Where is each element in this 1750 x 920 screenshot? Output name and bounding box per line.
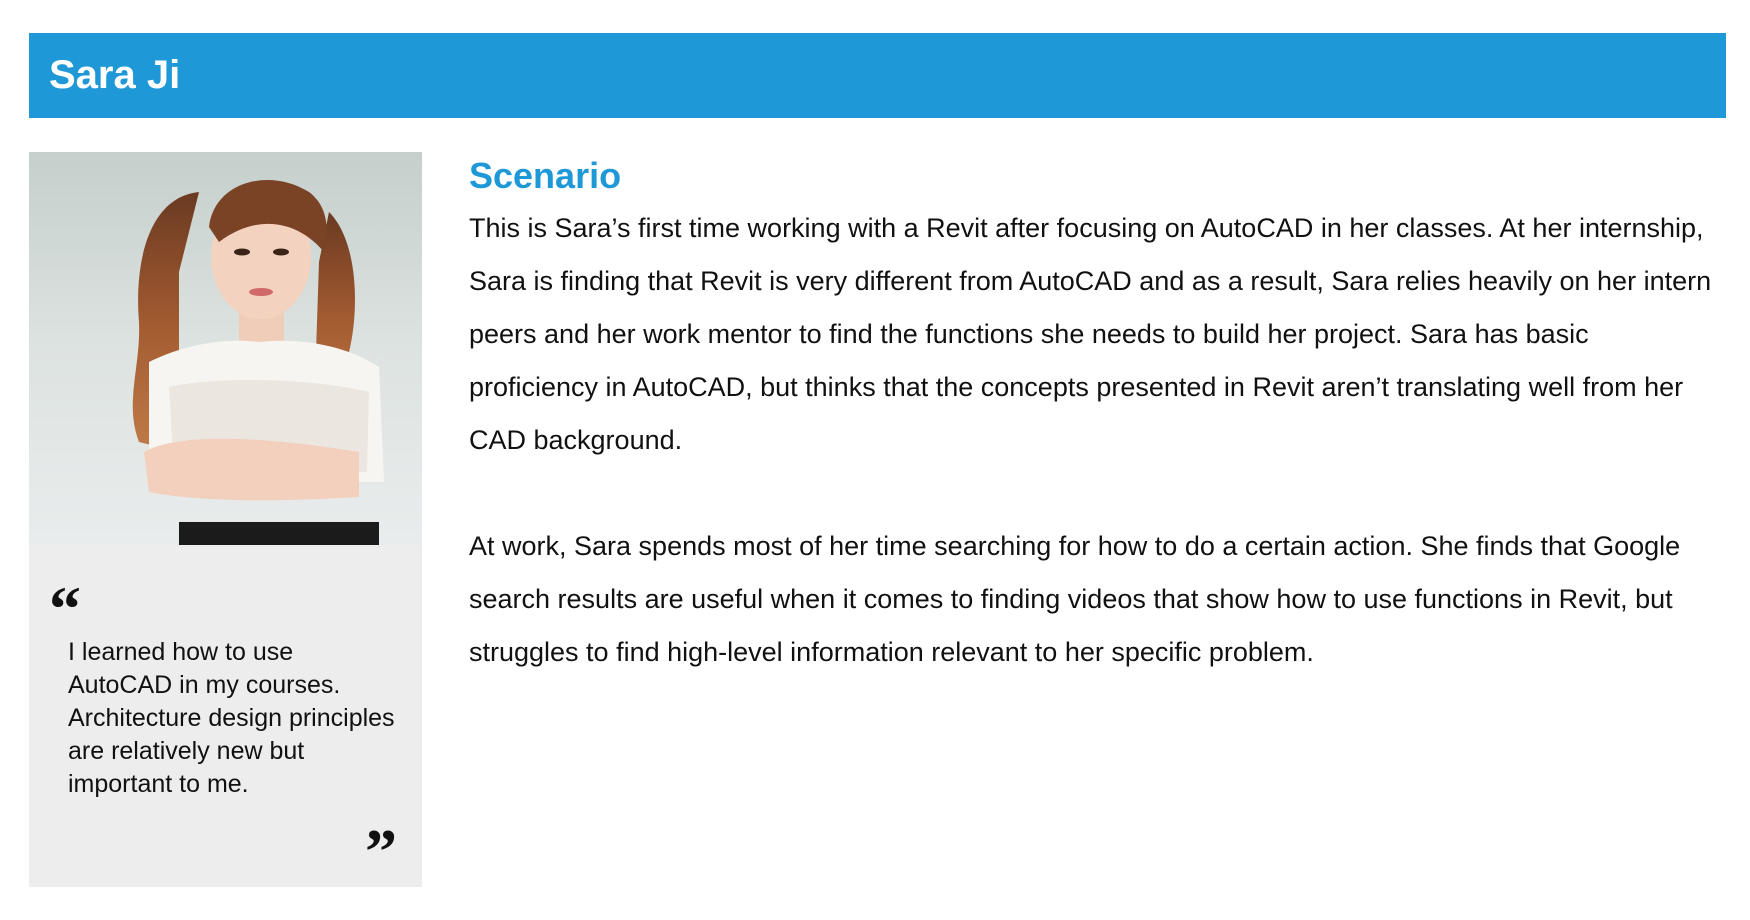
- scenario-paragraph: At work, Sara spends most of her time se…: [469, 531, 1681, 667]
- persona-quote: I learned how to use AutoCAD in my cours…: [68, 638, 395, 798]
- open-quote-icon: “: [49, 573, 81, 644]
- section-title: Scenario: [469, 155, 622, 196]
- close-quote-icon: ”: [365, 816, 397, 887]
- scenario-paragraph: This is Sara’s first time working with a…: [469, 213, 1712, 455]
- persona-name: Sara Ji: [49, 53, 181, 97]
- persona-photo: [29, 152, 422, 545]
- persona-sidebar: “ I learned how to use AutoCAD in my cou…: [29, 152, 422, 887]
- scenario-section: Scenario This is Sara’s first time worki…: [469, 152, 1719, 679]
- persona-header: Sara Ji: [29, 33, 1726, 118]
